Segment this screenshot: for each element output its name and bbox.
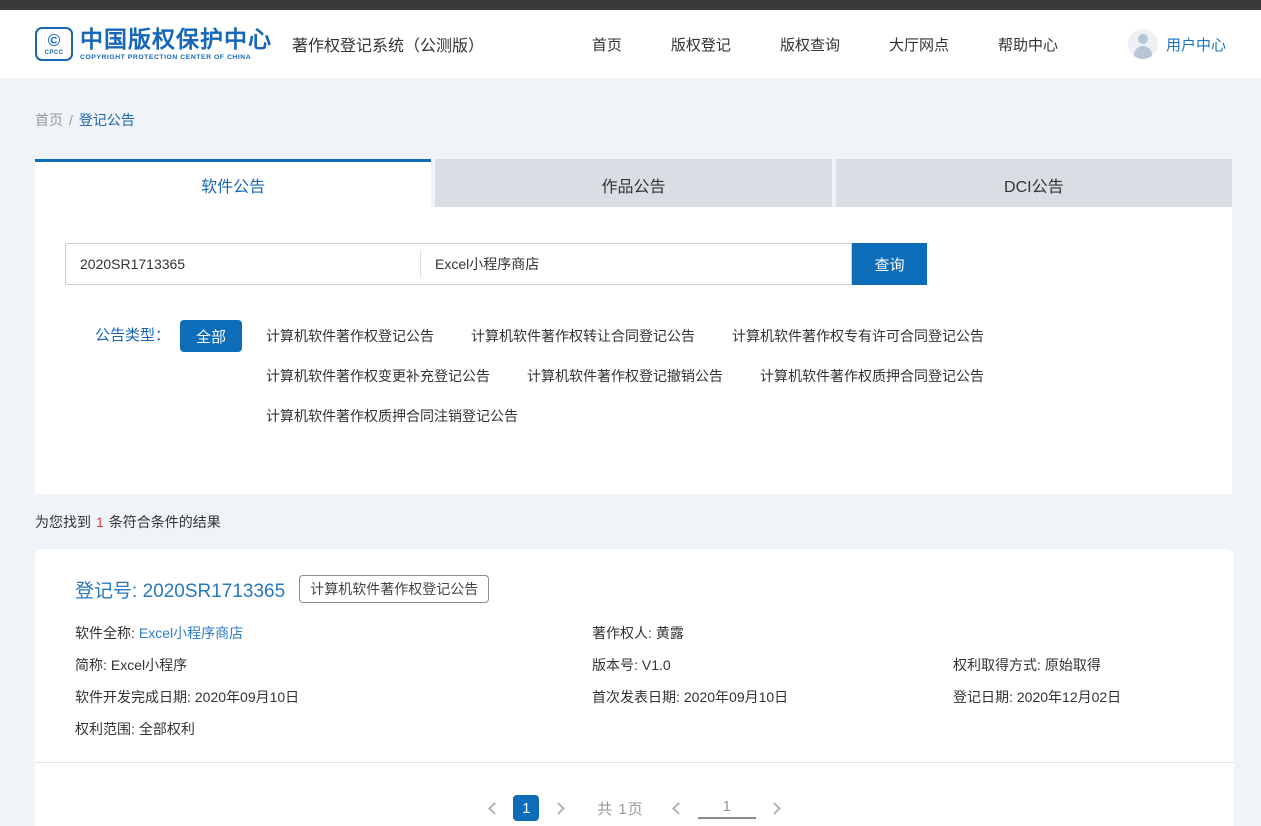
- filter-item-change-supplement[interactable]: 计算机软件著作权变更补充登记公告: [266, 360, 490, 392]
- filter-items: 计算机软件著作权登记公告 计算机软件著作权转让合同登记公告 计算机软件著作权专有…: [266, 320, 984, 440]
- user-avatar-icon: [1128, 29, 1158, 59]
- search-row: 查询: [65, 243, 1202, 285]
- header: © CPCC 中国版权保护中心 COPYRIGHT PROTECTION CEN…: [0, 10, 1261, 78]
- filter-item-registration[interactable]: 计算机软件著作权登记公告: [266, 320, 434, 352]
- nav-item-copyright-search[interactable]: 版权查询: [780, 34, 840, 55]
- filter-row-3: 计算机软件著作权质押合同注销登记公告: [266, 400, 984, 432]
- field-rights-scope: 权利范围:全部权利: [75, 713, 592, 745]
- field-owner: 著作权人:黄露: [592, 617, 953, 649]
- software-full-name-link[interactable]: Excel小程序商店: [139, 625, 243, 641]
- tab-dci-announcement[interactable]: DCI公告: [836, 159, 1232, 207]
- result-fields: 软件全称:Excel小程序商店 著作权人:黄露 简称:Excel小程序 版本号:…: [35, 603, 1234, 745]
- filter-section: 公告类型： 全部 计算机软件著作权登记公告 计算机软件著作权转让合同登记公告 计…: [65, 320, 1202, 440]
- avatar-body: [1134, 46, 1152, 59]
- field-acquisition: 权利取得方式:原始取得: [953, 649, 1194, 681]
- filter-item-pledge-cancellation[interactable]: 计算机软件著作权质押合同注销登记公告: [266, 400, 518, 432]
- logo-title-en: COPYRIGHT PROTECTION CENTER OF CHINA: [80, 54, 272, 61]
- copyright-symbol: ©: [48, 32, 61, 49]
- cpcc-logo[interactable]: © CPCC 中国版权保护中心 COPYRIGHT PROTECTION CEN…: [35, 27, 272, 61]
- chevron-left-icon: [672, 802, 685, 815]
- main-nav: 首页 版权登记 版权查询 大厅网点 帮助中心: [592, 34, 1058, 55]
- filter-item-exclusive-license[interactable]: 计算机软件著作权专有许可合同登记公告: [732, 320, 984, 352]
- logo-title-cn: 中国版权保护中心: [80, 27, 272, 52]
- user-center-label: 用户中心: [1166, 34, 1226, 55]
- breadcrumb-home[interactable]: 首页: [35, 112, 63, 128]
- breadcrumb: 首页 / 登记公告: [35, 110, 1226, 130]
- result-summary-prefix: 为您找到: [35, 514, 91, 530]
- filter-all-button[interactable]: 全部: [180, 320, 242, 352]
- registration-number-input[interactable]: [66, 244, 420, 284]
- next-page-button[interactable]: [549, 797, 571, 819]
- top-bar: [0, 0, 1261, 10]
- registration-label: 登记号:: [75, 581, 137, 602]
- field-dev-date: 软件开发完成日期:2020年09月10日: [75, 681, 592, 713]
- nav-item-copyright-registration[interactable]: 版权登记: [671, 34, 731, 55]
- registration-number-link[interactable]: 登记号: 2020SR1713365: [75, 576, 285, 603]
- card-divider: [35, 762, 1234, 763]
- filter-item-pledge-contract[interactable]: 计算机软件著作权质押合同登记公告: [760, 360, 984, 392]
- tab-works-announcement[interactable]: 作品公告: [435, 159, 831, 207]
- chevron-right-icon: [768, 802, 781, 815]
- announcement-tabs: 软件公告 作品公告 DCI公告: [35, 159, 1232, 207]
- result-card: 登记号: 2020SR1713365 计算机软件著作权登记公告 软件全称:Exc…: [35, 549, 1234, 826]
- field-short-name: 简称:Excel小程序: [75, 649, 592, 681]
- field-publish-date: 首次发表日期:2020年09月10日: [592, 681, 953, 713]
- prev-page-button[interactable]: [481, 797, 503, 819]
- filter-item-transfer-contract[interactable]: 计算机软件著作权转让合同登记公告: [471, 320, 695, 352]
- field-reg-date: 登记日期:2020年12月02日: [953, 681, 1194, 713]
- result-card-header: 登记号: 2020SR1713365 计算机软件著作权登记公告: [35, 575, 1234, 603]
- registration-number: 2020SR1713365: [143, 581, 286, 602]
- field-full-name: 软件全称:Excel小程序商店: [75, 617, 592, 649]
- cpcc-abbr: CPCC: [44, 50, 63, 56]
- nav-item-home[interactable]: 首页: [592, 34, 622, 55]
- pagination: 1 共 1页: [35, 795, 1234, 821]
- chevron-right-icon: [552, 802, 565, 815]
- search-box: [65, 243, 852, 285]
- field-empty: [953, 617, 1194, 649]
- user-center[interactable]: 用户中心: [1128, 29, 1226, 59]
- tab-software-announcement[interactable]: 软件公告: [35, 159, 431, 207]
- breadcrumb-current: 登记公告: [79, 112, 135, 128]
- nav-item-help-center[interactable]: 帮助中心: [998, 34, 1058, 55]
- page-1-button[interactable]: 1: [513, 795, 539, 821]
- filter-item-revocation[interactable]: 计算机软件著作权登记撤销公告: [527, 360, 723, 392]
- announcement-type-tag: 计算机软件著作权登记公告: [299, 575, 489, 603]
- filter-label: 公告类型：: [95, 320, 170, 352]
- result-summary-suffix: 条符合条件的结果: [109, 514, 221, 530]
- search-button[interactable]: 查询: [852, 243, 927, 285]
- result-count: 1: [96, 514, 104, 530]
- page: © CPCC 中国版权保护中心 COPYRIGHT PROTECTION CEN…: [0, 0, 1261, 826]
- jump-prev-button[interactable]: [666, 797, 688, 819]
- total-pages-label: 共 1页: [597, 798, 644, 819]
- avatar-head: [1138, 34, 1148, 44]
- cpcc-logo-icon: © CPCC: [35, 27, 73, 61]
- result-summary: 为您找到 1 条符合条件的结果: [35, 512, 1226, 532]
- software-name-input[interactable]: [421, 244, 851, 284]
- chevron-left-icon: [488, 802, 501, 815]
- breadcrumb-separator: /: [69, 112, 73, 128]
- field-version: 版本号:V1.0: [592, 649, 953, 681]
- jump-next-button[interactable]: [766, 797, 788, 819]
- page-jump-input[interactable]: [698, 798, 756, 819]
- nav-item-hall-locations[interactable]: 大厅网点: [889, 34, 949, 55]
- system-title: 著作权登记系统（公测版）: [292, 32, 484, 56]
- search-panel: 查询 公告类型： 全部 计算机软件著作权登记公告 计算机软件著作权转让合同登记公…: [35, 207, 1232, 494]
- filter-row-2: 计算机软件著作权变更补充登记公告 计算机软件著作权登记撤销公告 计算机软件著作权…: [266, 360, 984, 392]
- logo-text: 中国版权保护中心 COPYRIGHT PROTECTION CENTER OF …: [80, 27, 272, 61]
- filter-row-1: 计算机软件著作权登记公告 计算机软件著作权转让合同登记公告 计算机软件著作权专有…: [266, 320, 984, 352]
